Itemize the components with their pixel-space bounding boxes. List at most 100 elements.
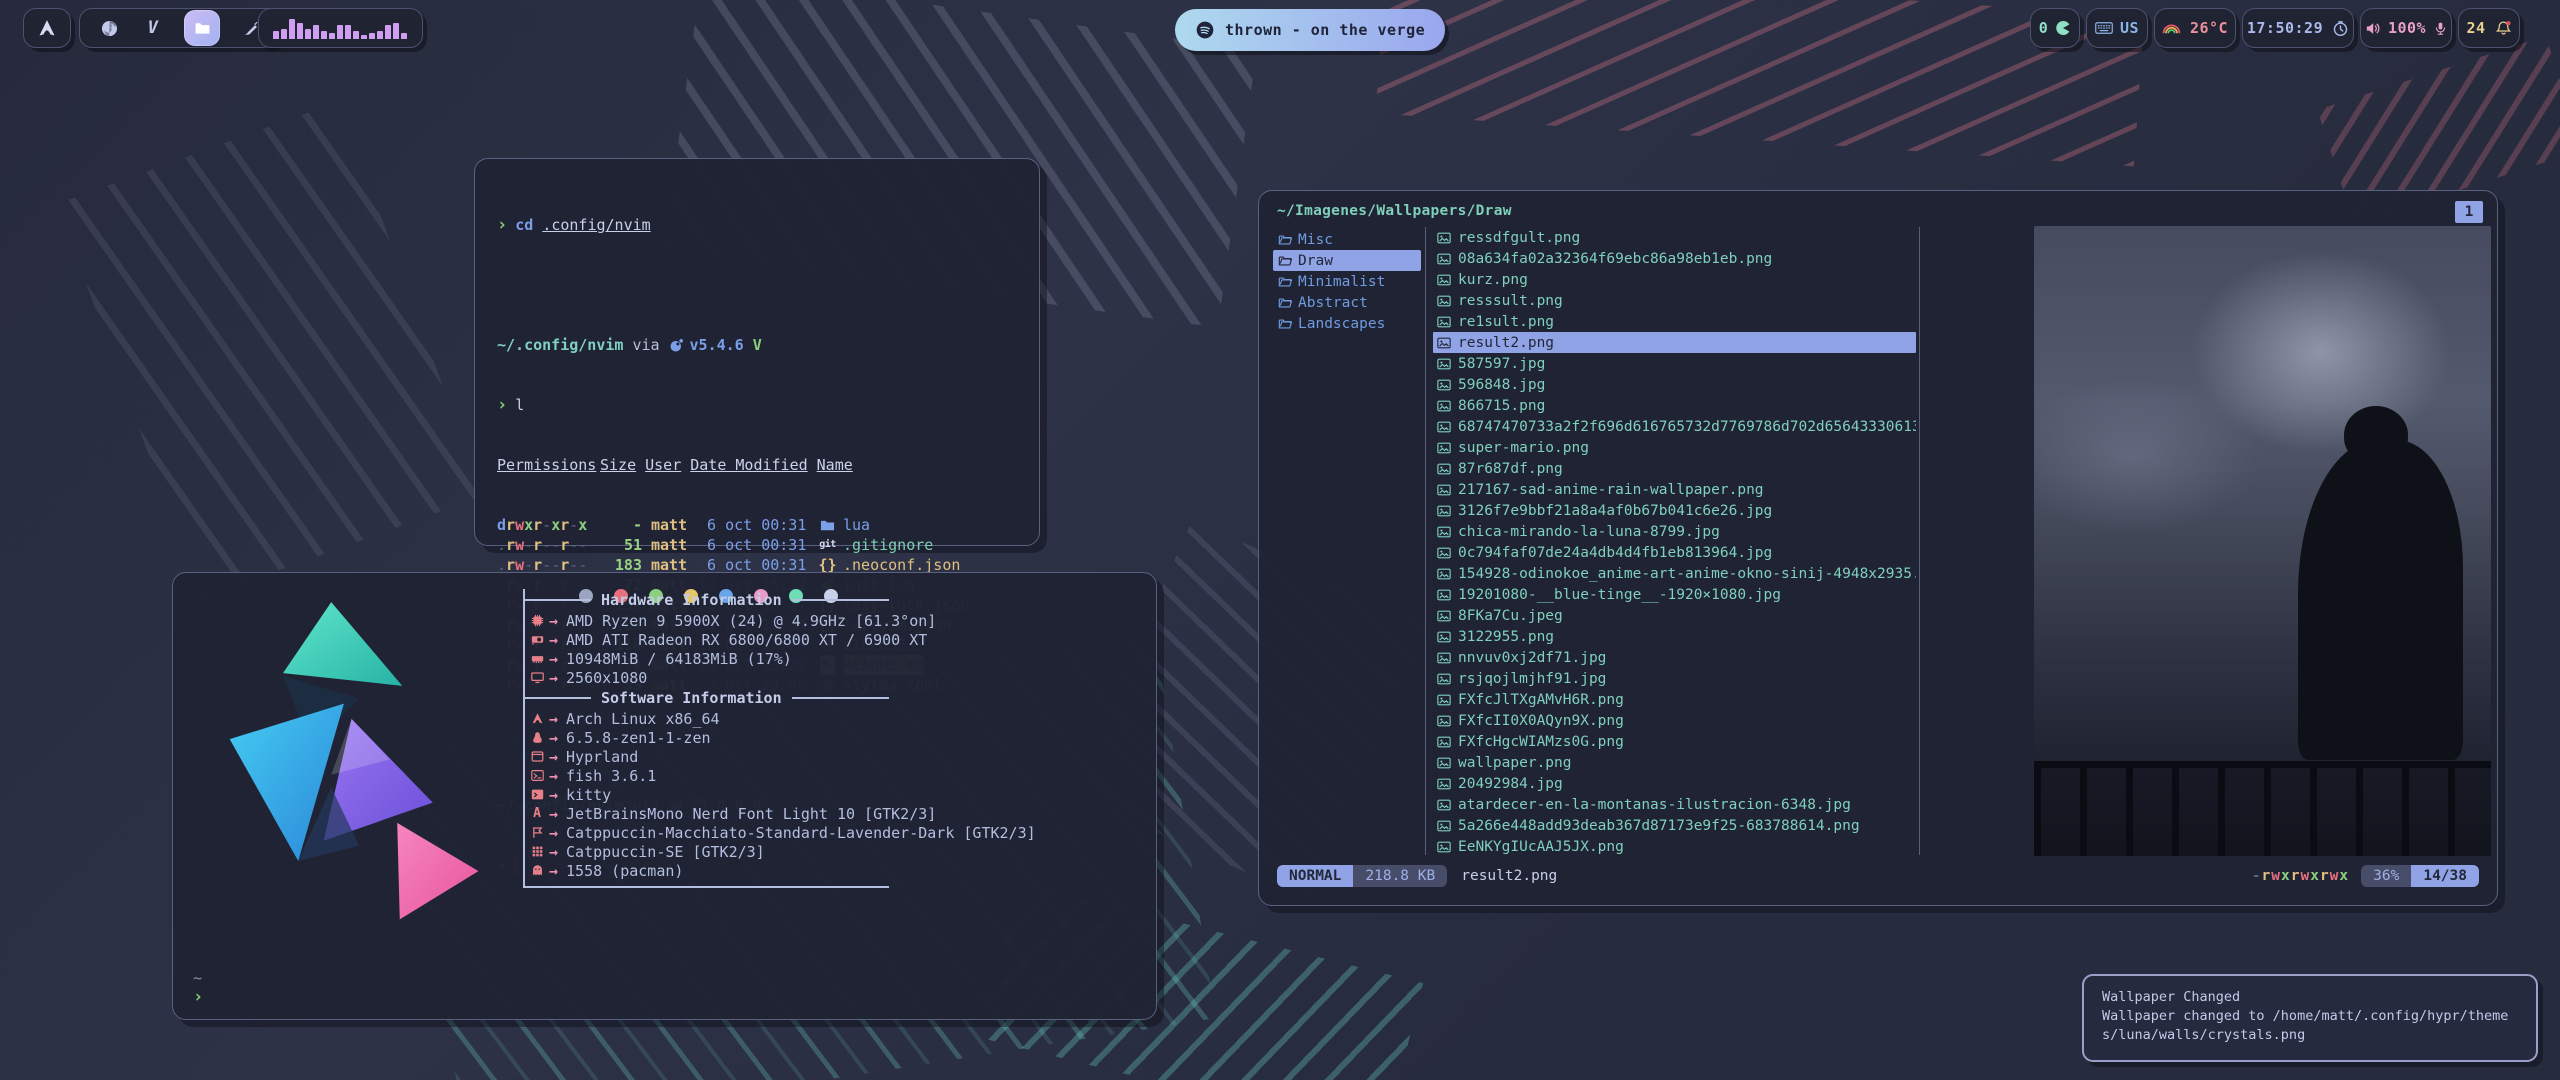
file-item[interactable]: 68747470733a2f2f696d616765732d7769786d70…	[1433, 416, 1916, 437]
file-item[interactable]: 3122955.png	[1433, 626, 1916, 647]
file-item[interactable]: atardecer-en-la-montanas-ilustracion-634…	[1433, 794, 1916, 815]
file-item[interactable]: 596848.jpg	[1433, 374, 1916, 395]
file-name: 0c794faf07de24a4db4d4fb1eb813964.jpg	[1458, 545, 1772, 561]
software-icon	[525, 788, 549, 801]
microphone-icon	[2433, 21, 2448, 36]
firefox-icon[interactable]	[96, 15, 122, 41]
file-item[interactable]: 20492984.jpg	[1433, 773, 1916, 794]
current-path: ~/Imagenes/Wallpapers/Draw	[1277, 203, 1512, 219]
arrow-icon: →	[549, 650, 558, 668]
file-date: 6 oct 00:31	[698, 535, 810, 555]
file-name: re1sult.png	[1458, 314, 1554, 330]
folder-open-icon	[1278, 233, 1292, 247]
file-item[interactable]: FXfcHgcWIAMzs0G.png	[1433, 731, 1916, 752]
audio-visualizer	[258, 8, 423, 48]
crystal-logo	[199, 597, 499, 931]
app-launcher-button[interactable]	[23, 8, 71, 48]
notification-title: Wallpaper Changed	[2102, 988, 2518, 1007]
fetch-value: fish 3.6.1	[566, 767, 656, 785]
weather-module[interactable]: 26°C	[2154, 8, 2236, 48]
temperature: 26°C	[2190, 19, 2228, 37]
file-manager-window: ~/Imagenes/Wallpapers/Draw 1 Misc Draw M…	[1258, 190, 2498, 906]
fetch-row: → 6.5.8-zen1-1-zen	[525, 728, 889, 747]
arrow-icon: →	[549, 729, 558, 747]
folder-open-icon	[1278, 296, 1292, 310]
file-item[interactable]: FXfcII0X0AQyn9X.png	[1433, 710, 1916, 731]
file-manager-icon[interactable]	[184, 10, 220, 46]
fetch-row: → kitty	[525, 785, 889, 804]
file-item[interactable]: result2.png	[1433, 332, 1916, 353]
file-item[interactable]: chica-mirando-la-luna-8799.jpg	[1433, 521, 1916, 542]
clock-module[interactable]: 17:50:29	[2242, 8, 2354, 48]
notification-popup[interactable]: Wallpaper Changed Wallpaper changed to /…	[2082, 974, 2538, 1062]
image-file-icon	[1437, 483, 1451, 497]
directory-item[interactable]: Landscapes	[1273, 313, 1421, 334]
file-item[interactable]: nnvuv0xj2df71.jpg	[1433, 647, 1916, 668]
file-item[interactable]: resssult.png	[1433, 290, 1916, 311]
pacman-icon	[2055, 20, 2071, 36]
file-name: resssult.png	[1458, 293, 1563, 309]
file-size-badge: 218.8 KB	[1353, 865, 1447, 887]
volume-level: 100%	[2388, 19, 2426, 37]
fetch-value: Catppuccin-Macchiato-Standard-Lavender-D…	[566, 824, 1036, 842]
fetch-value: 2560x1080	[566, 669, 647, 687]
file-item[interactable]: 3126f7e9bbf21a8a4af0b67b041c6e26.jpg	[1433, 500, 1916, 521]
file-item[interactable]: wallpaper.png	[1433, 752, 1916, 773]
software-rows: → Arch Linux x86_64 → 6.5.8-zen1-1-zen →…	[525, 709, 889, 880]
arrow-icon: →	[549, 612, 558, 630]
updates-module[interactable]: 0	[2030, 8, 2080, 48]
file-item[interactable]: ressdfgult.png	[1433, 227, 1916, 248]
file-item[interactable]: FXfcJlTXgAMvH6R.png	[1433, 689, 1916, 710]
fetch-row: → AMD ATI Radeon RX 6800/6800 XT / 6900 …	[525, 630, 889, 649]
file-name: FXfcJlTXgAMvH6R.png	[1458, 692, 1624, 708]
file-size: -	[600, 515, 642, 535]
neovim-icon[interactable]: V	[140, 15, 166, 41]
file-item[interactable]: re1sult.png	[1433, 311, 1916, 332]
file-item[interactable]: 217167-sad-anime-rain-wallpaper.png	[1433, 479, 1916, 500]
file-item[interactable]: 8FKa7Cu.jpeg	[1433, 605, 1916, 626]
image-file-icon	[1437, 840, 1451, 854]
file-item[interactable]: EeNKYgIUcAAJ5JX.png	[1433, 836, 1916, 857]
software-icon	[525, 750, 549, 763]
file-name: 587597.jpg	[1458, 356, 1545, 372]
notifications-module[interactable]: 24	[2458, 8, 2520, 48]
file-item[interactable]: 87r687df.png	[1433, 458, 1916, 479]
fetch-value: kitty	[566, 786, 611, 804]
file-name: 19201080-__blue-tinge__-1920×1080.jpg	[1458, 587, 1781, 603]
image-file-icon	[1437, 315, 1451, 329]
image-file-icon	[1437, 441, 1451, 455]
directory-item[interactable]: Abstract	[1273, 292, 1421, 313]
file-item[interactable]: 587597.jpg	[1433, 353, 1916, 374]
keyboard-layout-module[interactable]: US	[2086, 8, 2148, 48]
file-item[interactable]: kurz.png	[1433, 269, 1916, 290]
file-item[interactable]: 19201080-__blue-tinge__-1920×1080.jpg	[1433, 584, 1916, 605]
file-type-icon	[819, 518, 836, 533]
directory-item[interactable]: Draw	[1273, 250, 1421, 271]
media-player-widget[interactable]: thrown - on the verge	[1175, 9, 1445, 51]
fetch-row: → Catppuccin-SE [GTK2/3]	[525, 842, 889, 861]
directory-item[interactable]: Misc	[1273, 229, 1421, 250]
file-item[interactable]: super-mario.png	[1433, 437, 1916, 458]
file-owner: matt	[651, 535, 689, 555]
permissions: .rw-r--r--	[497, 535, 591, 555]
permissions: drwxr-xr-x	[497, 515, 591, 535]
keyboard-layout: US	[2120, 19, 2139, 37]
file-item[interactable]: 5a266e448add93deab367d87173e9f25-6837886…	[1433, 815, 1916, 836]
file-item[interactable]: 154928-odinokoe_anime-art-anime-okno-sin…	[1433, 563, 1916, 584]
file-name: kurz.png	[1458, 272, 1528, 288]
fetch-shell-prompt[interactable]: ~ ›	[193, 969, 203, 1007]
preview-railing-posts	[2034, 768, 2491, 856]
column-divider-2	[1919, 227, 1920, 855]
file-item[interactable]: 866715.png	[1433, 395, 1916, 416]
image-file-icon	[1437, 504, 1451, 518]
image-file-icon	[1437, 798, 1451, 812]
file-item[interactable]: 08a634fa02a32364f69ebc86a98eb1eb.png	[1433, 248, 1916, 269]
file-item[interactable]: rsjqojlmjhf91.jpg	[1433, 668, 1916, 689]
image-file-icon	[1437, 420, 1451, 434]
directory-item[interactable]: Minimalist	[1273, 271, 1421, 292]
fetch-value: AMD Ryzen 9 5900X (24) @ 4.9GHz [61.3°on…	[566, 612, 936, 630]
fetch-value: JetBrainsMono Nerd Font Light 10 [GTK2/3…	[566, 805, 936, 823]
speaker-icon	[2364, 20, 2381, 37]
volume-module[interactable]: 100%	[2360, 8, 2452, 48]
file-item[interactable]: 0c794faf07de24a4db4d4fb1eb813964.jpg	[1433, 542, 1916, 563]
